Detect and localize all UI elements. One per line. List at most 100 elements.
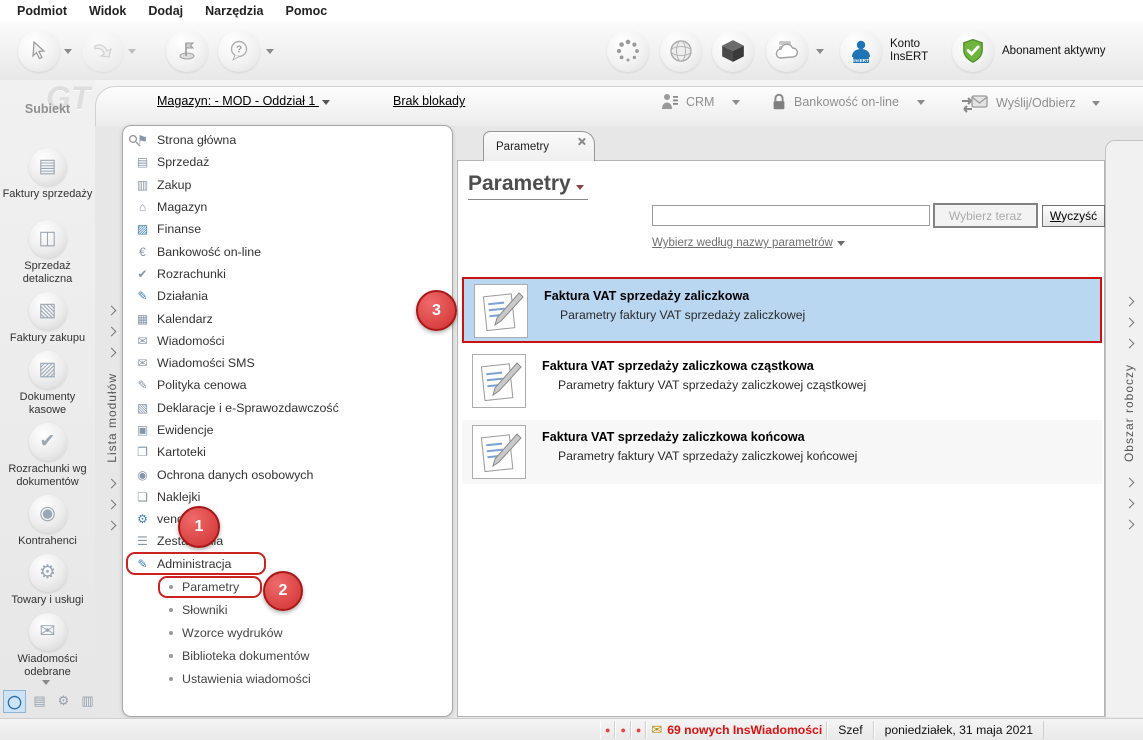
konto-insert-label: Konto InsERT: [890, 38, 928, 64]
status-indicator-cell[interactable]: ●: [615, 720, 631, 739]
sidebar-item-kontrahenci[interactable]: ◉ Kontrahenci: [0, 495, 95, 548]
globe-button[interactable]: [660, 30, 702, 72]
shortcut-label: Rozrachunki wg dokumentów: [8, 463, 87, 488]
module-item-ochrona-danych[interactable]: ◉ Ochrona danych osobowych: [123, 463, 452, 485]
loading-spinner-icon: [616, 39, 639, 62]
parameter-doc-icon: [472, 354, 526, 408]
pin-icon[interactable]: [128, 134, 141, 147]
parameter-row-faktura-zaliczkowa[interactable]: Faktura VAT sprzedaży zaliczkowa Paramet…: [462, 277, 1102, 343]
parameter-row-faktura-koncowa[interactable]: Faktura VAT sprzedaży zaliczkowa końcowa…: [462, 420, 1102, 484]
module-item-zestawienia[interactable]: ☰ Zestawienia: [123, 530, 452, 552]
send-receive-dropdown-icon: [1091, 100, 1100, 106]
module-item-naklejki[interactable]: ❏ Naklejki: [123, 486, 452, 508]
module-item-polityka-cenowa[interactable]: ✎ Polityka cenowa: [123, 374, 452, 396]
module-list-strip[interactable]: Lista modułów: [101, 300, 122, 536]
sidebar-item-dokumenty-kasowe[interactable]: ▨ Dokumenty kasowe: [0, 351, 95, 417]
sidebar-item-faktury-sprzedazy[interactable]: ▤ Faktury sprzedaży: [0, 148, 95, 201]
module-item-vendero[interactable]: ⚙ vendero: [123, 508, 452, 530]
flag-button[interactable]: [166, 30, 208, 72]
menu-widok[interactable]: Widok: [78, 4, 137, 18]
module-item-label: Wiadomości SMS: [157, 356, 255, 371]
abonament-label: Abonament aktywny: [1002, 45, 1106, 57]
pointer-dropdown-icon[interactable]: [64, 49, 72, 54]
send-receive-button[interactable]: Wyślij/Odbierz: [960, 92, 1100, 114]
clear-button[interactable]: Wyczyść: [1042, 205, 1105, 227]
cloud-dropdown-icon[interactable]: [816, 49, 824, 54]
user-cell[interactable]: Szef: [827, 720, 874, 739]
help-button[interactable]: ?: [218, 30, 260, 72]
module-item-rozrachunki[interactable]: ✔ Rozrachunki: [123, 263, 452, 285]
workspace-strip[interactable]: Obszar roboczy: [1105, 140, 1143, 717]
module-list-strip-label: Lista modułów: [104, 373, 119, 463]
crm-dropdown-icon: [732, 99, 741, 105]
pointer-button[interactable]: [18, 30, 60, 72]
loading-button[interactable]: [607, 30, 649, 72]
module-item-wiadomosci-sms[interactable]: ✉ Wiadomości SMS: [123, 352, 452, 374]
parameters-search-input[interactable]: [652, 205, 930, 226]
sidebar-more-icon[interactable]: [42, 680, 50, 685]
mail-icon: ✉: [651, 721, 663, 737]
status-indicator-cell[interactable]: ●: [630, 720, 647, 739]
module-subitem-label: Ustawienia wiadomości: [182, 672, 311, 687]
cube-button[interactable]: [712, 30, 754, 72]
blokada-link[interactable]: Brak blokady: [393, 94, 465, 108]
ins-messages-cell[interactable]: ✉ 69 nowych InsWiadomości: [646, 720, 828, 739]
select-now-button[interactable]: Wybierz teraz: [933, 203, 1038, 228]
date-cell[interactable]: poniedziałek, 31 maja 2021: [873, 720, 1044, 739]
forward-dropdown-icon[interactable]: [128, 49, 136, 54]
sidebar-item-wiadomosci-odebrane[interactable]: ✉ Wiadomości odebrane: [0, 613, 95, 679]
module-item-wiadomosci[interactable]: ✉ Wiadomości: [123, 330, 452, 352]
banking-button[interactable]: Bankowość on-line: [770, 92, 925, 112]
module-item-label: Wiadomości: [157, 333, 225, 348]
sidebar-item-rozrachunki[interactable]: ✔ Rozrachunki wg dokumentów: [0, 423, 95, 489]
sales-invoices-icon: ▤: [28, 148, 67, 186]
module-item-magazyn[interactable]: ⌂ Magazyn: [123, 196, 452, 218]
module-item-ewidencje[interactable]: ▣ Ewidencje: [123, 419, 452, 441]
module-item-zakup[interactable]: ▥ Zakup: [123, 174, 452, 196]
annotation-step-1: 1: [178, 506, 220, 548]
module-subitem-label: Biblioteka dokumentów: [182, 649, 310, 664]
shortcut-label: Faktury zakupu: [9, 332, 86, 344]
module-item-deklaracje[interactable]: ▧ Deklaracje i e-Sprawozdawczość: [123, 397, 452, 419]
module-subitem-wzorce-wydrukow[interactable]: Wzorce wydruków: [123, 621, 452, 644]
mini-module-selected[interactable]: ◯: [3, 690, 26, 713]
sidebar-item-towary-i-uslugi[interactable]: ⚙ Towary i usługi: [0, 554, 95, 607]
mini-module-icon[interactable]: ▤: [29, 690, 50, 711]
pointer-icon: [32, 40, 46, 60]
abonament-button[interactable]: [952, 30, 994, 72]
crm-button[interactable]: CRM: [660, 92, 741, 112]
mini-module-icon[interactable]: ▥: [77, 690, 98, 711]
sidebar-item-faktury-zakupu[interactable]: ▧ Faktury zakupu: [0, 292, 95, 345]
konto-insert-button[interactable]: InsERT: [840, 30, 882, 72]
help-dropdown-icon[interactable]: [266, 49, 274, 54]
banking-label: Bankowość on-line: [794, 95, 899, 109]
module-item-dzialania[interactable]: ✎ Działania: [123, 285, 452, 307]
close-tab-icon[interactable]: [577, 137, 586, 146]
cloud-button[interactable]: [766, 30, 808, 72]
sidebar-item-sprzedaz-detaliczna[interactable]: ◫ Sprzedaż detaliczna: [0, 220, 95, 286]
magazyn-selector[interactable]: Magazyn: - MOD - Oddział 1: [157, 94, 330, 108]
module-item-label: Finanse: [157, 222, 202, 237]
filter-by-name-link[interactable]: Wybierz według nazwy parametrów: [652, 237, 845, 249]
expand-chevron-icon: [106, 326, 117, 337]
context-toolbar: Magazyn: - MOD - Oddział 1 Brak blokady …: [0, 80, 1143, 126]
module-item-kalendarz[interactable]: ▦ Kalendarz: [123, 307, 452, 329]
module-item-strona-glowna[interactable]: ⚑ Strona główna: [123, 129, 452, 151]
menu-dodaj[interactable]: Dodaj: [137, 4, 194, 18]
forward-button[interactable]: [82, 30, 124, 72]
module-item-sprzedaz[interactable]: ▤ Sprzedaż: [123, 151, 452, 173]
menu-pomoc[interactable]: Pomoc: [274, 4, 338, 18]
expand-chevron-icon: [106, 478, 117, 489]
mini-module-icon[interactable]: ⚙: [53, 690, 74, 711]
tab-parametry[interactable]: Parametry: [483, 131, 595, 161]
module-subitem-ustawienia-wiadomosci[interactable]: Ustawienia wiadomości: [123, 668, 452, 691]
module-item-finanse[interactable]: ▨ Finanse: [123, 218, 452, 240]
parameter-row-faktura-czastkowa[interactable]: Faktura VAT sprzedaży zaliczkowa cząstko…: [462, 349, 1102, 413]
page-title[interactable]: Parametry: [468, 172, 588, 200]
menu-podmiot[interactable]: Podmiot: [6, 4, 78, 18]
module-item-bankowosc[interactable]: € Bankowość on-line: [123, 240, 452, 262]
menu-narzedzia[interactable]: Narzędzia: [194, 4, 274, 18]
module-subitem-biblioteka-dokumentow[interactable]: Biblioteka dokumentów: [123, 645, 452, 668]
status-indicator-cell[interactable]: ●: [600, 720, 616, 739]
module-item-kartoteki[interactable]: ❐ Kartoteki: [123, 441, 452, 463]
